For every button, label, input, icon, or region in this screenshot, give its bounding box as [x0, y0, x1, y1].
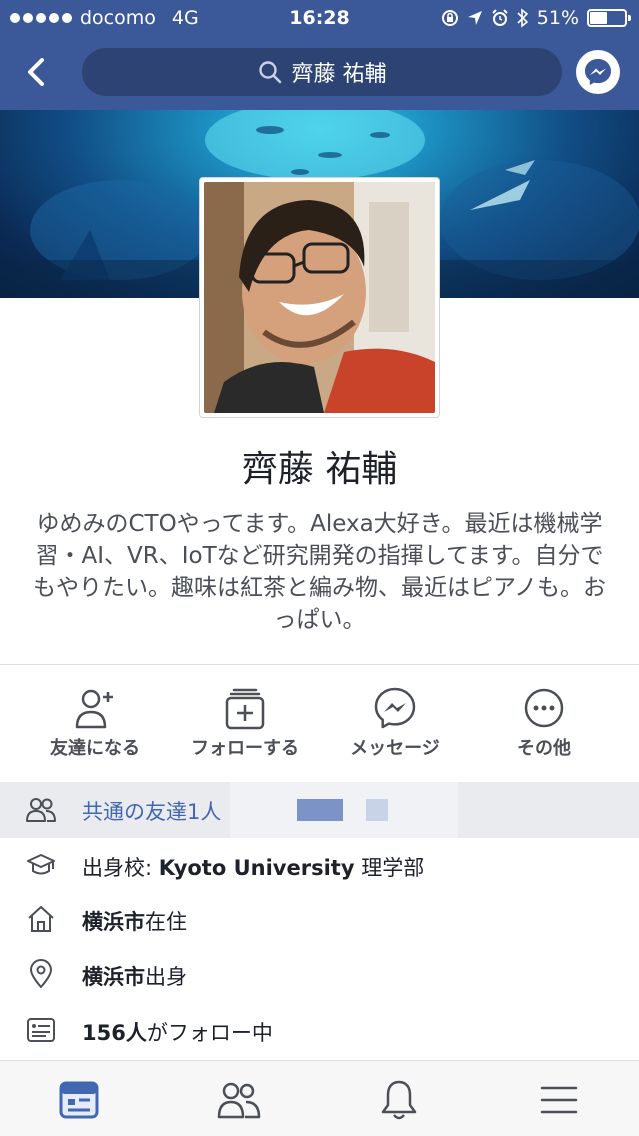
message-button[interactable]: メッセージ: [315, 686, 475, 760]
profile-bio: ゆめみのCTOやってます。Alexa大好き。最近は機械学習・AI、VR、IoTな…: [33, 511, 606, 633]
location-arrow-icon: [467, 11, 482, 25]
alarm-icon: [492, 9, 508, 26]
mutual-friends-icon: [26, 798, 56, 822]
tab-news-feed[interactable]: [44, 1075, 114, 1125]
location-pin-icon: [30, 959, 52, 988]
message-label: メッセージ: [350, 738, 440, 759]
follow-icon: [225, 688, 265, 730]
follow-button[interactable]: フォローする: [165, 686, 325, 760]
more-icon: [524, 688, 564, 728]
battery-percent: 51%: [536, 7, 579, 29]
profile-photo-image: [204, 182, 435, 413]
education-suffix: 理学部: [354, 856, 425, 880]
friends-icon: [217, 1082, 261, 1119]
battery-icon: [587, 9, 631, 27]
tab-friends[interactable]: [204, 1075, 274, 1125]
followers-row[interactable]: 156人がフォロー中: [0, 1003, 639, 1059]
notifications-icon: [381, 1080, 417, 1120]
hometown-city[interactable]: 横浜市: [82, 965, 145, 989]
followers-count: 156人: [82, 1021, 147, 1045]
profile-actions: 友達になる フォローする メッセージ その他: [0, 686, 639, 766]
search-icon: [258, 61, 281, 84]
hometown-row[interactable]: 横浜市出身: [0, 947, 639, 1003]
add-friend-button[interactable]: 友達になる: [15, 686, 175, 760]
bluetooth-icon: [517, 8, 528, 28]
followers-suffix: がフォロー中: [146, 1021, 273, 1045]
news-feed-icon: [59, 1081, 99, 1119]
menu-icon: [540, 1086, 578, 1114]
divider: [0, 664, 639, 665]
profile-name: 齊藤 祐輔: [241, 449, 398, 490]
current-city-suffix: 在住: [145, 910, 187, 934]
search-text: 齊藤 祐輔: [291, 62, 387, 87]
school-name[interactable]: Kyoto University: [159, 856, 355, 880]
tab-notifications[interactable]: [364, 1075, 434, 1125]
home-icon: [28, 906, 54, 932]
education-row[interactable]: 出身校: Kyoto University 理学部: [0, 838, 639, 894]
current-city-row[interactable]: 横浜市在住: [0, 892, 639, 948]
hometown-suffix: 出身: [145, 965, 187, 989]
status-bar: docomo 4G 16:28 51%: [0, 0, 639, 38]
mutual-friends-text: 共通の友達1人: [82, 800, 222, 824]
header: docomo 4G 16:28 51% 齊藤 祐輔: [0, 0, 639, 110]
rotation-lock-icon: [441, 10, 458, 26]
messenger-icon: [374, 687, 416, 729]
chevron-left-icon: [28, 58, 44, 86]
follow-label: フォローする: [191, 738, 299, 759]
back-button[interactable]: [18, 52, 54, 92]
tab-menu[interactable]: [524, 1075, 594, 1125]
more-button[interactable]: その他: [464, 686, 624, 760]
profile-picture[interactable]: [199, 177, 440, 418]
messenger-button[interactable]: [576, 50, 620, 94]
more-label: その他: [517, 738, 571, 759]
bottom-tab-bar: [0, 1060, 639, 1136]
graduation-cap-icon: [27, 854, 55, 875]
education-prefix: 出身校:: [82, 856, 159, 880]
messenger-icon: [585, 59, 611, 85]
add-friend-icon: [75, 689, 113, 729]
mutual-friend-avatar[interactable]: [297, 799, 343, 821]
current-city[interactable]: 横浜市: [82, 910, 145, 934]
add-friend-label: 友達になる: [50, 738, 140, 759]
search-bar[interactable]: 齊藤 祐輔: [82, 48, 562, 96]
mutual-friends-row[interactable]: 共通の友達1人: [0, 782, 639, 838]
followers-icon: [27, 1018, 55, 1042]
mutual-friend-avatar[interactable]: [366, 799, 388, 821]
mutual-friends-avatars: [230, 782, 458, 838]
